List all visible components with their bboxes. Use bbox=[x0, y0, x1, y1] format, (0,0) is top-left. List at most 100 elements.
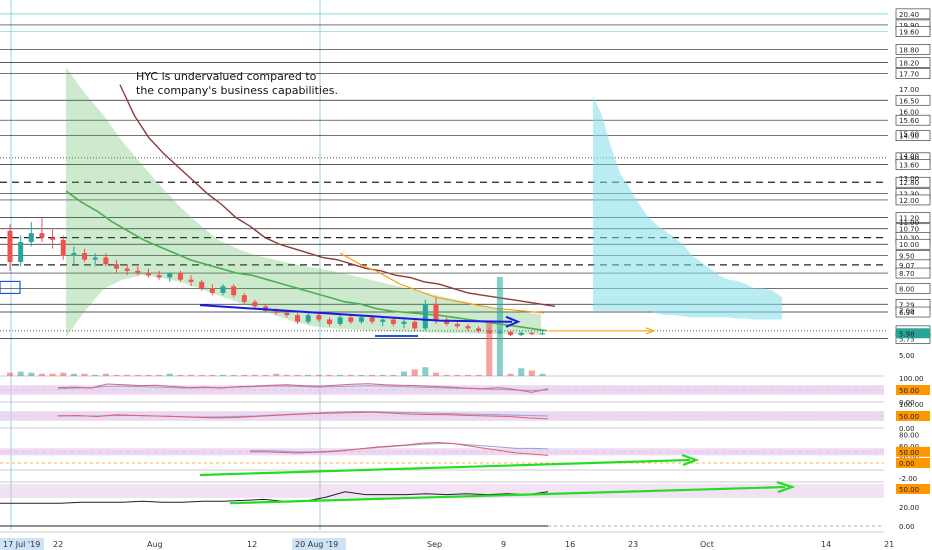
stock-chart: 20.4019.9019.6018.8018.2017.7016.5015.60… bbox=[0, 0, 931, 550]
volume-bar bbox=[262, 374, 269, 376]
candle-body bbox=[422, 304, 428, 329]
volume-bar bbox=[124, 374, 131, 376]
time-axis-label: Sep bbox=[427, 540, 442, 549]
volume-bar bbox=[475, 374, 482, 376]
time-axis-label: Aug bbox=[147, 540, 163, 549]
time-axis-label: 14 bbox=[821, 540, 831, 549]
left-marker-box bbox=[0, 280, 21, 295]
time-axis-label: 16 bbox=[565, 540, 575, 549]
price-level-label: 12.00 bbox=[899, 197, 919, 205]
volume-bar bbox=[539, 373, 546, 376]
candle-body bbox=[103, 257, 109, 265]
volume-bar bbox=[379, 374, 386, 376]
candle-body bbox=[476, 328, 482, 331]
price-level-label: 20.40 bbox=[899, 11, 919, 19]
volume-bar bbox=[28, 372, 35, 376]
candle-body bbox=[518, 332, 524, 336]
volume-bar bbox=[411, 369, 418, 376]
volume-bar bbox=[518, 368, 525, 376]
indicator-tick: -2.00 bbox=[899, 475, 917, 483]
candle-body bbox=[28, 233, 34, 243]
price-axis-tick: 15.00 bbox=[899, 130, 919, 138]
oscillator-ref-label: 50.00 bbox=[899, 413, 919, 421]
candle-body bbox=[412, 321, 418, 329]
time-axis-label: 23 bbox=[628, 540, 638, 549]
time-axis-label: Oct bbox=[700, 540, 714, 549]
volume-bar bbox=[7, 372, 13, 376]
volume-bar bbox=[401, 371, 408, 376]
candle-body bbox=[486, 330, 492, 333]
price-axis-tick: 11.00 bbox=[899, 219, 919, 227]
cloud-band bbox=[66, 67, 541, 338]
time-axis: 17 Jul '19 22 Aug 12 20 Aug '19 Sep 9 16 23 Oct 14… bbox=[0, 538, 894, 550]
candle-body bbox=[220, 286, 226, 293]
price-level-label: 16.50 bbox=[899, 97, 919, 105]
volume-bar bbox=[230, 374, 237, 376]
indicator5-ref-label: 50.00 bbox=[899, 486, 919, 494]
candle-body bbox=[241, 295, 247, 302]
oscillator-tick: 100.00 bbox=[899, 401, 924, 409]
volume-bar bbox=[81, 373, 88, 376]
price-axis-tick: 17.00 bbox=[899, 86, 919, 94]
volume-bar bbox=[337, 374, 344, 376]
candle-body bbox=[497, 331, 503, 333]
volume-bar bbox=[241, 374, 248, 376]
volume-bar bbox=[326, 374, 333, 376]
price-level-label: 8.70 bbox=[899, 270, 915, 278]
volume-bar bbox=[315, 374, 322, 376]
candle-body bbox=[348, 317, 354, 322]
candle-body bbox=[327, 319, 332, 324]
volume-bar bbox=[156, 374, 163, 376]
volume-bar bbox=[464, 374, 471, 376]
volume-bar bbox=[347, 374, 354, 376]
indicator5-tick: 20.00 bbox=[899, 504, 919, 512]
price-level-label: 8.00 bbox=[899, 286, 915, 294]
volume-bar bbox=[305, 374, 312, 376]
volume-bar bbox=[528, 370, 535, 376]
candle-body bbox=[7, 230, 13, 262]
candle-body bbox=[401, 321, 407, 324]
price-level-label: 10.00 bbox=[899, 241, 919, 249]
volume-bar bbox=[49, 373, 56, 376]
volume-bar bbox=[102, 373, 109, 376]
volume-bar bbox=[422, 367, 429, 376]
candle-body bbox=[316, 315, 322, 320]
volume-bar bbox=[60, 372, 67, 376]
candle-body bbox=[209, 288, 215, 293]
volume-bar bbox=[433, 372, 439, 376]
volume-bar bbox=[166, 373, 173, 376]
price-axis-tick: 13.00 bbox=[899, 175, 919, 183]
volume-bar bbox=[92, 374, 99, 376]
volume-bar bbox=[454, 374, 461, 376]
volume-bar bbox=[177, 374, 184, 376]
candle-body bbox=[199, 281, 205, 289]
annotation-line-2: the company's business capabilities. bbox=[136, 84, 338, 97]
chart-root: 20.40 19.90 19.60 18.80 18.20 17.70 16.50 15.60… bbox=[0, 0, 932, 550]
time-axis-label: 12 bbox=[247, 540, 257, 549]
oscillator-ref-label: 50.00 bbox=[899, 387, 919, 395]
time-axis-label: 17 Jul '19 bbox=[3, 540, 40, 549]
time-axis-label: 20 Aug '19 bbox=[295, 540, 338, 549]
candle-body bbox=[124, 268, 130, 271]
candle-body bbox=[454, 323, 460, 327]
volume-bar bbox=[134, 374, 141, 376]
candle-body bbox=[18, 242, 24, 262]
volume-bar bbox=[390, 374, 397, 376]
candle-body bbox=[92, 257, 98, 260]
candle-body bbox=[60, 239, 66, 256]
price-axis-tick: 5.00 bbox=[899, 352, 915, 360]
volume-bar bbox=[273, 373, 280, 376]
candle-body bbox=[231, 286, 237, 296]
candle-body bbox=[529, 332, 535, 334]
price-axis-tick: 7.00 bbox=[899, 308, 915, 316]
candle-body bbox=[369, 317, 375, 322]
candle-body bbox=[135, 270, 141, 274]
volume-bar bbox=[251, 374, 258, 376]
volume-bar bbox=[17, 371, 24, 376]
price-level-label: 9.50 bbox=[899, 252, 915, 260]
candle-body bbox=[82, 253, 88, 260]
candle-body bbox=[71, 253, 77, 256]
volume-bar bbox=[358, 374, 365, 376]
indicator-ref-label: 0.00 bbox=[899, 460, 915, 468]
indicator5-band bbox=[0, 484, 884, 498]
